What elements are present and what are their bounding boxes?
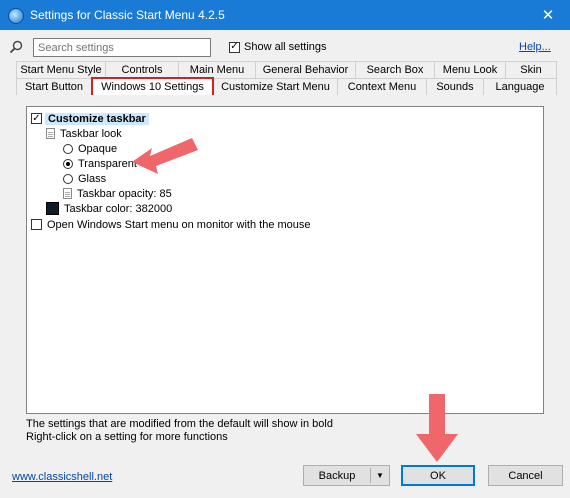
tab-menu-look[interactable]: Menu Look — [434, 61, 506, 78]
tab-language[interactable]: Language — [483, 78, 557, 95]
help-link[interactable]: Help... — [519, 41, 551, 53]
tab-row-1: Start Menu Style Controls Main Menu Gene… — [16, 61, 557, 78]
show-all-check-icon[interactable]: ✓ — [229, 41, 240, 53]
backup-button[interactable]: Backup ▼ — [303, 465, 390, 486]
tab-context-menu[interactable]: Context Menu — [337, 78, 427, 95]
taskbar-color-swatch — [46, 202, 59, 215]
settings-dialog: ✓ Show all settings Help... Start Menu S… — [0, 30, 570, 498]
tab-general-behavior[interactable]: General Behavior — [255, 61, 356, 78]
tree-item-glass[interactable]: Glass — [63, 171, 106, 186]
app-shell-icon — [8, 8, 24, 24]
tree-item-taskbar-look[interactable]: Taskbar look — [46, 126, 122, 141]
taskbar-look-label: Taskbar look — [60, 127, 122, 140]
tab-customize-start-menu[interactable]: Customize Start Menu — [213, 78, 338, 95]
tab-row-2: Start Button Windows 10 Settings Customi… — [16, 77, 557, 95]
tree-item-taskbar-color[interactable]: Taskbar color: 382000 — [46, 201, 172, 216]
title-bar: Settings for Classic Start Menu 4.2.5 ✕ — [0, 0, 570, 30]
customize-taskbar-label: Customize taskbar — [45, 112, 149, 125]
tab-start-button[interactable]: Start Button — [16, 78, 92, 95]
setting-value-icon — [63, 188, 72, 199]
right-click-note: Right-click on a setting for more functi… — [26, 431, 228, 443]
close-button[interactable]: ✕ — [526, 0, 570, 30]
open-start-menu-label: Open Windows Start menu on monitor with … — [47, 218, 311, 231]
tree-item-open-start-menu[interactable]: Open Windows Start menu on monitor with … — [31, 217, 311, 232]
tab-sounds[interactable]: Sounds — [426, 78, 484, 95]
window-title: Settings for Classic Start Menu 4.2.5 — [30, 8, 225, 22]
tree-item-opaque[interactable]: Opaque — [63, 141, 117, 156]
website-link[interactable]: www.classicshell.net — [12, 471, 112, 483]
tab-controls[interactable]: Controls — [105, 61, 179, 78]
settings-tree-panel: ✓ Customize taskbar Taskbar look Opaque … — [26, 106, 544, 414]
glass-radio[interactable] — [63, 173, 73, 184]
tree-item-taskbar-opacity[interactable]: Taskbar opacity: 85 — [63, 186, 172, 201]
ok-button[interactable]: OK — [401, 465, 475, 486]
search-icon — [9, 40, 23, 54]
show-all-label: Show all settings — [244, 41, 327, 53]
search-input[interactable] — [33, 38, 211, 57]
opaque-radio[interactable] — [63, 143, 73, 154]
transparent-radio[interactable] — [63, 158, 73, 169]
glass-label: Glass — [78, 172, 107, 185]
tree-item-customize-taskbar[interactable]: ✓ Customize taskbar — [31, 111, 149, 126]
cancel-button[interactable]: Cancel — [488, 465, 563, 486]
open-start-menu-checkbox[interactable] — [31, 219, 42, 230]
tab-start-menu-style[interactable]: Start Menu Style — [16, 61, 106, 78]
opaque-label: Opaque — [78, 142, 118, 155]
taskbar-opacity-label: Taskbar opacity: 85 — [77, 187, 172, 200]
annotation-arrow-ok-icon — [416, 394, 458, 462]
setting-group-icon — [46, 128, 55, 139]
customize-taskbar-checkbox[interactable]: ✓ — [31, 113, 42, 124]
tab-main-menu[interactable]: Main Menu — [178, 61, 256, 78]
tab-skin[interactable]: Skin — [505, 61, 557, 78]
annotation-arrow-transparent-icon — [132, 138, 198, 174]
taskbar-color-label: Taskbar color: 382000 — [64, 202, 173, 215]
show-all-settings-checkbox[interactable]: ✓ Show all settings — [229, 41, 327, 53]
tab-search-box[interactable]: Search Box — [355, 61, 435, 78]
bold-settings-note: The settings that are modified from the … — [26, 418, 333, 430]
backup-label: Backup — [318, 469, 356, 482]
tab-windows-10-settings[interactable]: Windows 10 Settings — [91, 77, 214, 95]
dropdown-arrow-icon[interactable]: ▼ — [371, 471, 389, 480]
tree-item-transparent[interactable]: Transparent — [63, 156, 137, 171]
